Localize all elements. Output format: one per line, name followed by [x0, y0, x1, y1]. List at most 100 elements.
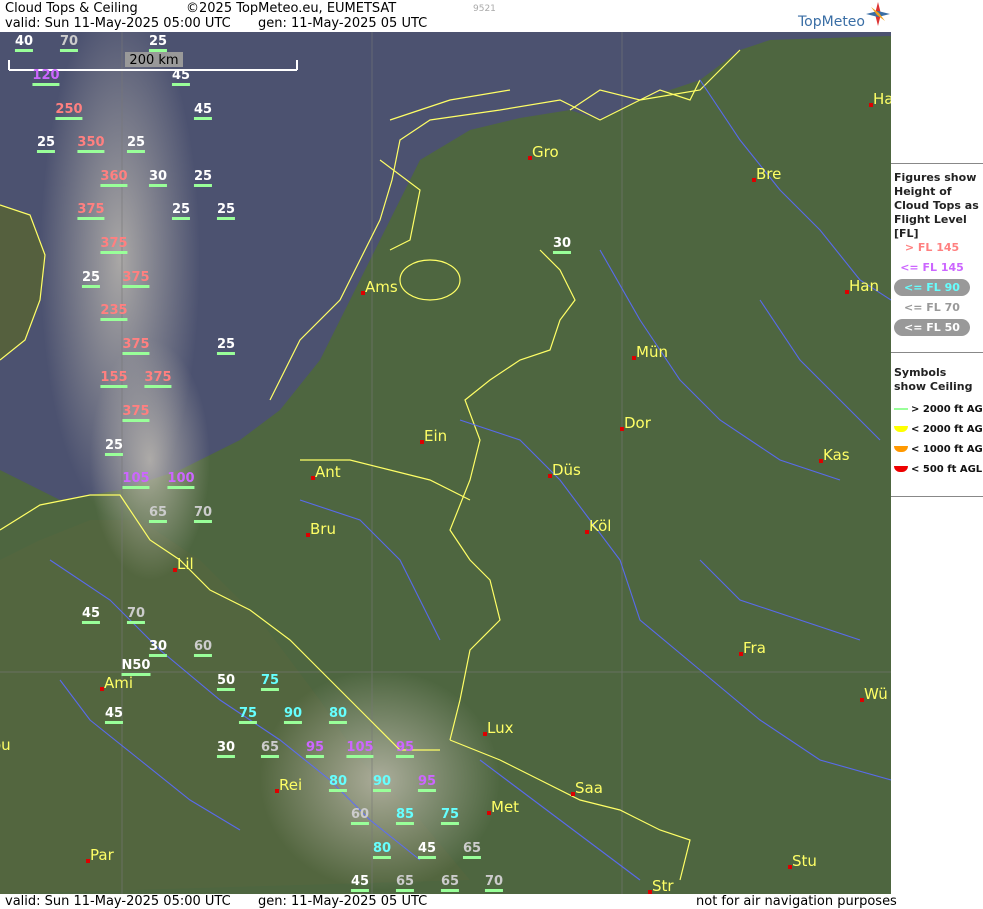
ceiling-legend-label: < 1000 ft AGL — [911, 444, 983, 455]
cloud-top-label: 70 — [193, 505, 213, 520]
product-code: 9521 — [473, 4, 496, 14]
cloud-top-value: 25 — [148, 35, 168, 52]
cloud-top-value: 100 — [167, 472, 195, 489]
cloud-top-label: 60 — [350, 807, 370, 822]
cloud-top-value: 65 — [260, 740, 280, 758]
cloud-top-value: 75 — [238, 706, 258, 724]
cloud-top-value: 50 — [216, 674, 236, 691]
cloud-top-label: 80 — [328, 774, 348, 789]
ceiling-legend-label: > 2000 ft AGL — [911, 404, 983, 415]
ceiling-symbol — [260, 688, 280, 691]
city-label: Bre — [756, 165, 782, 183]
cloud-top-value: 60 — [193, 639, 213, 657]
cloud-top-label: 25 — [104, 438, 124, 453]
cloud-top-label: 25 — [216, 337, 236, 352]
ceiling-symbol — [148, 184, 168, 187]
ceiling-symbol — [552, 251, 572, 254]
cloud-top-value: 65 — [440, 875, 460, 892]
map-background: 200 km — [0, 32, 891, 894]
city-label: Wü — [864, 685, 888, 703]
cloud-top-value: 45 — [417, 841, 437, 859]
ceiling-legend-label: < 2000 ft AGL — [911, 424, 983, 435]
ceiling-symbol — [372, 856, 392, 859]
cloud-top-label: 90 — [283, 706, 303, 721]
cloud-top-label: 25 — [36, 135, 56, 150]
cloud-top-label: 45 — [104, 706, 124, 721]
cloud-top-value: 30 — [216, 741, 236, 758]
ceiling-legend-title: Symbols show Ceiling — [894, 366, 973, 393]
cloud-top-label: 95 — [305, 740, 325, 755]
city-label: Han — [849, 277, 879, 295]
ceiling-symbol — [100, 318, 128, 321]
compass-icon — [866, 2, 890, 26]
cloud-top-value: 85 — [395, 807, 415, 825]
cloud-top-label: 375 — [122, 337, 150, 352]
cloud-top-value: 75 — [260, 673, 280, 691]
ceiling-symbol — [484, 889, 504, 892]
ceiling-symbol — [148, 49, 168, 52]
ceiling-symbol — [59, 49, 79, 52]
ceiling-symbol — [216, 755, 236, 758]
ceiling-symbol — [126, 621, 146, 624]
cloud-top-value: 65 — [148, 505, 168, 523]
topmeteo-logo[interactable]: TopMeteo — [798, 14, 865, 30]
footer: valid: Sun 11-May-2025 05:00 UTC gen: 11… — [0, 894, 983, 909]
valid-time: valid: Sun 11-May-2025 05:00 UTC — [5, 16, 231, 31]
cloud-top-label: 45 — [81, 606, 101, 621]
ceiling-symbol — [148, 654, 168, 657]
cloud-top-label: 25 — [171, 202, 191, 217]
cloud-top-label: 65 — [260, 740, 280, 755]
city-label: Saa — [575, 779, 603, 797]
cloud-top-value: 45 — [81, 606, 101, 624]
ceiling-symbol — [395, 822, 415, 825]
cloud-top-label: 235 — [100, 303, 128, 318]
ceiling-legend-item: < 1000 ft AGL — [894, 444, 983, 455]
footer-valid-time: valid: Sun 11-May-2025 05:00 UTC — [5, 894, 231, 909]
cloud-top-legend-item: <= FL 90 — [894, 279, 970, 296]
cloud-top-label: 350 — [77, 135, 105, 150]
cloud-top-value: 30 — [148, 170, 168, 187]
city-label: ou — [0, 736, 11, 754]
ceiling-symbol — [121, 673, 151, 676]
cloud-top-label: 70 — [59, 34, 79, 49]
ceiling-symbol — [417, 856, 437, 859]
cloud-top-label: 60 — [193, 639, 213, 654]
disclaimer: not for air navigation purposes — [696, 894, 897, 909]
ceiling-symbol — [122, 352, 150, 355]
map[interactable]: 200 km Gro Bre Ha Ams Han Mün Ein Dor Ant Düs Kas B… — [0, 32, 893, 895]
cloud-top-label: 375 — [100, 236, 128, 251]
ceiling-symbol — [440, 889, 460, 892]
city-label: Düs — [552, 461, 581, 479]
cloud-top-label: 250 — [55, 102, 83, 117]
cloud-top-value: 40 — [14, 35, 34, 52]
cloud-top-label: 65 — [395, 874, 415, 889]
ceiling-symbol — [193, 117, 213, 120]
ceiling-legend-item: < 2000 ft AGL — [894, 424, 983, 435]
cloud-top-value: 30 — [552, 237, 572, 254]
cloud-top-label: 65 — [148, 505, 168, 520]
ceiling-symbol — [350, 822, 370, 825]
cloud-top-value: 95 — [305, 740, 325, 758]
cloud-top-label: 75 — [260, 673, 280, 688]
cloud-top-value: 70 — [59, 34, 79, 52]
cloud-top-label: 45 — [417, 841, 437, 856]
cloud-top-value: 65 — [462, 842, 482, 859]
city-label: Lil — [177, 555, 194, 573]
cloud-top-label: 75 — [238, 706, 258, 721]
cloud-top-label: 85 — [395, 807, 415, 822]
city-label: Dor — [624, 414, 651, 432]
city-label: Stu — [792, 852, 817, 870]
ceiling-symbol — [372, 789, 392, 792]
cloud-top-value: 350 — [77, 135, 105, 153]
city-label: Ams — [365, 278, 398, 296]
ceiling-symbol — [122, 486, 150, 489]
cloud-top-value: 375 — [122, 337, 150, 355]
ceiling-symbol — [193, 654, 213, 657]
cloud-top-value: 250 — [55, 102, 83, 120]
cloud-top-value: 90 — [372, 775, 392, 792]
ceiling-symbol — [100, 385, 128, 388]
city-label: Ami — [104, 674, 134, 692]
city-label: Rei — [279, 776, 303, 794]
cloud-top-legend-item: <= FL 70 — [904, 301, 960, 314]
scale-label: 200 km — [129, 53, 178, 68]
